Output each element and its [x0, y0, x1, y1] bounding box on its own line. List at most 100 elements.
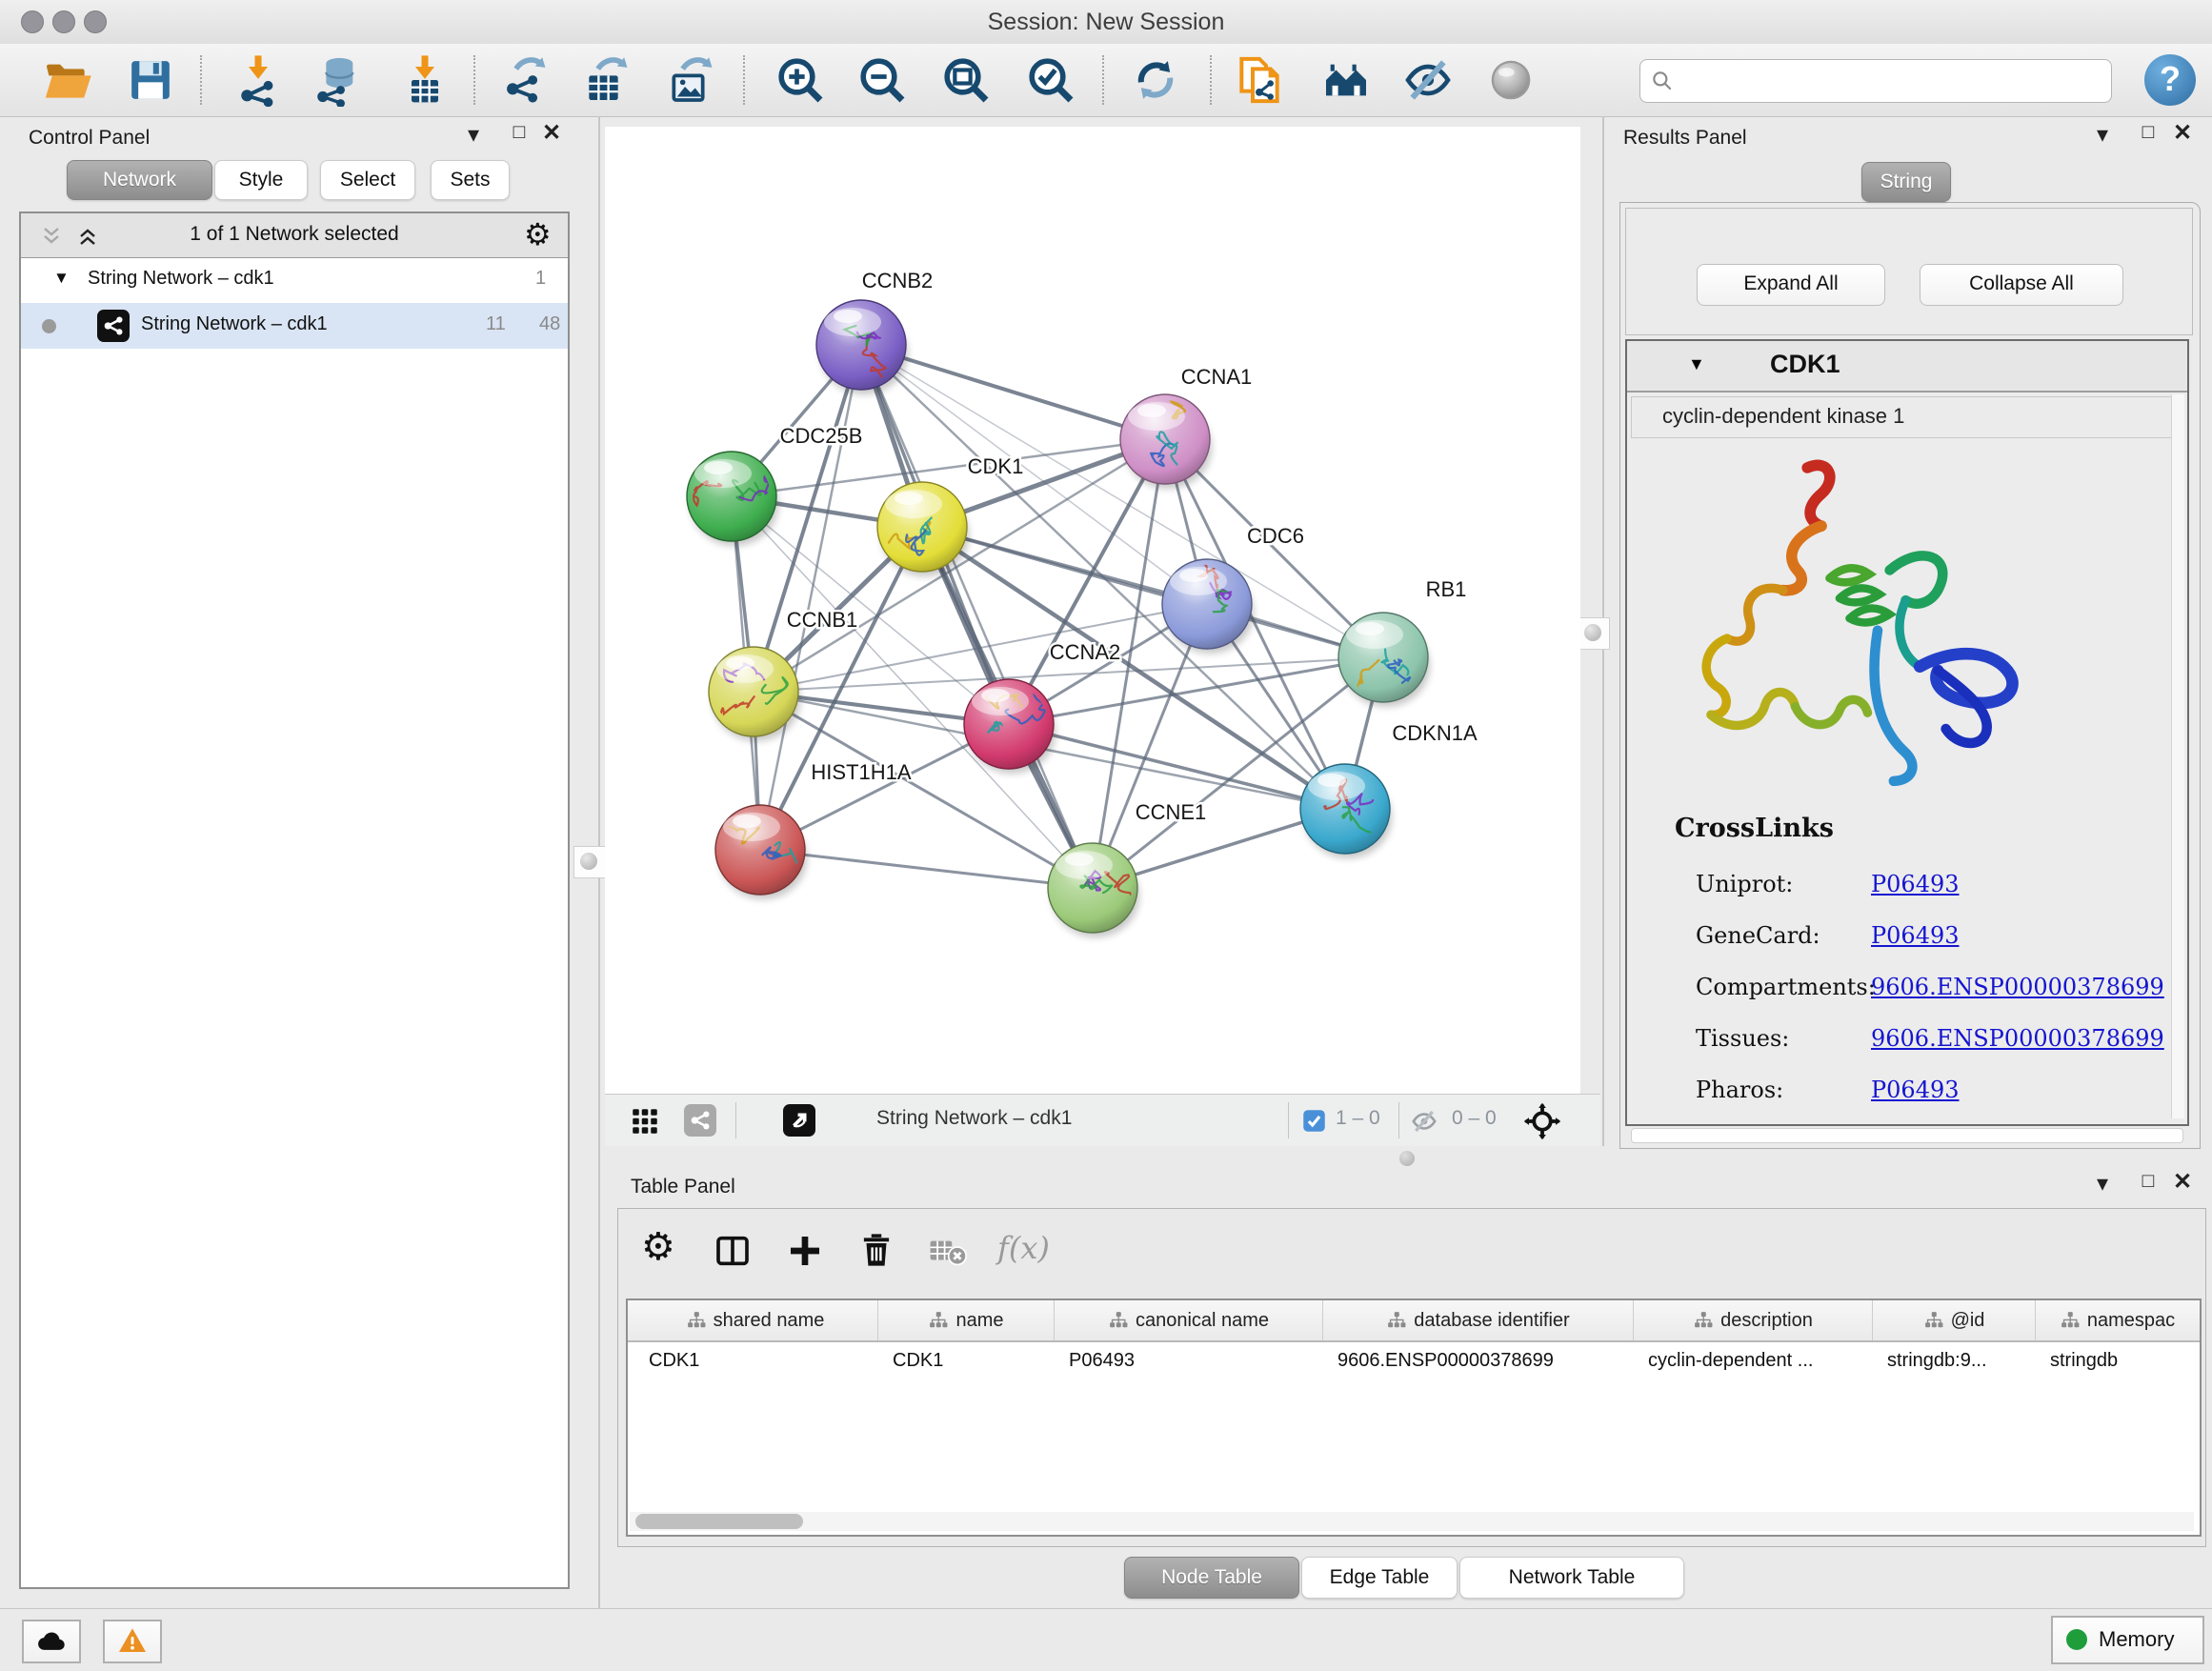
table-cell[interactable]: CDK1	[649, 1340, 874, 1392]
tab-string-results[interactable]: String	[1861, 162, 1951, 202]
tab-node-table[interactable]: Node Table	[1124, 1557, 1299, 1599]
network-node-ccne1[interactable]: CCNE1	[1048, 800, 1206, 937]
network-node-ccna1[interactable]: CCNA1	[1120, 365, 1252, 489]
birds-eye-view-icon[interactable]	[1522, 1101, 1562, 1141]
left-splitter-handle[interactable]	[573, 846, 606, 878]
export-image-icon[interactable]	[665, 53, 718, 107]
tab-sets[interactable]: Sets	[431, 160, 510, 200]
zoom-selected-icon[interactable]	[1024, 53, 1077, 107]
table-cell[interactable]: CDK1	[893, 1340, 1050, 1392]
table-cell[interactable]: stringdb	[2050, 1340, 2195, 1392]
zoom-fit-icon[interactable]	[939, 53, 993, 107]
save-session-icon[interactable]	[124, 53, 177, 107]
table-panel-close-icon[interactable]: ✕	[2168, 1168, 2197, 1196]
control-panel-close-icon[interactable]: ✕	[537, 119, 566, 147]
results-panel-float-icon[interactable]: □	[2134, 121, 2162, 144]
network-tree-child-row[interactable]: String Network – cdk1 11 48	[21, 303, 568, 349]
tab-edge-table[interactable]: Edge Table	[1301, 1557, 1458, 1599]
gene-description-box: cyclin-dependent kinase 1	[1631, 396, 2182, 438]
control-panel-menu-icon[interactable]: ▾	[459, 121, 488, 149]
results-panel-close-icon[interactable]: ✕	[2168, 119, 2197, 147]
open-session-icon[interactable]	[40, 53, 93, 107]
duplicate-network-icon[interactable]	[1233, 53, 1286, 107]
network-edge[interactable]	[1009, 724, 1345, 809]
collapse-all-button[interactable]: Collapse All	[1920, 264, 2123, 306]
table-panel-float-icon[interactable]: □	[2134, 1170, 2162, 1193]
tab-style[interactable]: Style	[214, 160, 308, 200]
tab-network[interactable]: Network	[67, 160, 212, 200]
help-icon[interactable]: ?	[2144, 54, 2196, 106]
grid-view-icon[interactable]	[629, 1105, 661, 1137]
memory-button[interactable]: Memory	[2051, 1616, 2204, 1664]
tree-expander-icon[interactable]: ▼	[53, 269, 70, 288]
table-cell[interactable]: 9606.ENSP00000378699	[1337, 1340, 1629, 1392]
expand-all-button[interactable]: Expand All	[1697, 264, 1885, 306]
detach-view-icon[interactable]	[783, 1104, 815, 1137]
column-header-canonical-name[interactable]: canonical name	[1054, 1300, 1323, 1340]
zoom-out-icon[interactable]	[855, 53, 909, 107]
gene-expander-icon[interactable]: ▼	[1688, 354, 1705, 374]
import-table-icon[interactable]	[398, 53, 452, 107]
column-header-database-identifier[interactable]: database identifier	[1322, 1300, 1634, 1340]
network-node-ccnb1[interactable]: CCNB1	[709, 608, 857, 741]
network-tree-root-row[interactable]: ▼ String Network – cdk1 1	[21, 257, 568, 303]
export-table-icon[interactable]	[580, 53, 633, 107]
crosslink-uniprot-link[interactable]: P06493	[1871, 871, 1960, 897]
column-header--id[interactable]: @id	[1872, 1300, 2036, 1340]
results-vertical-scrollbar[interactable]	[2171, 394, 2184, 1118]
column-header-name[interactable]: name	[877, 1300, 1055, 1340]
warning-status-button[interactable]	[103, 1620, 162, 1663]
table-horizontal-scrollbar[interactable]	[630, 1512, 2194, 1531]
control-panel-float-icon[interactable]: □	[505, 121, 533, 144]
network-selection-bar: 1 of 1 Network selected ⚙	[21, 213, 568, 258]
network-node-ccnb2[interactable]: CCNB2	[816, 269, 933, 394]
column-header-shared-name[interactable]: shared name	[633, 1300, 877, 1340]
network-node-hist1h1a[interactable]: HIST1H1A	[715, 760, 912, 899]
import-network-file-icon[interactable]	[231, 53, 285, 107]
crosslink-tissues-link[interactable]: 9606.ENSP00000378699	[1871, 1025, 2164, 1052]
horizontal-splitter[interactable]	[605, 1146, 2212, 1170]
import-network-database-icon[interactable]	[311, 53, 364, 107]
show-all-icon[interactable]	[1484, 53, 1538, 107]
gene-header-row[interactable]: ▼ CDK1	[1627, 341, 2187, 393]
table-cell[interactable]: stringdb:9...	[1887, 1340, 2031, 1392]
network-share-view-icon[interactable]	[684, 1104, 716, 1137]
show-columns-icon[interactable]	[714, 1232, 752, 1270]
column-header-description[interactable]: description	[1633, 1300, 1873, 1340]
tab-network-table[interactable]: Network Table	[1459, 1557, 1684, 1599]
export-network-icon[interactable]	[498, 53, 552, 107]
column-header-namespac[interactable]: namespac	[2035, 1300, 2200, 1340]
network-node-cdc25b[interactable]: CDC25B	[687, 424, 862, 546]
table-scrollbar-thumb[interactable]	[635, 1514, 803, 1529]
network-canvas[interactable]: CCNB2CCNA1CDC25BCDK1CDC6RB1CCNB1CCNA2CDK…	[605, 127, 1580, 1094]
delete-column-icon[interactable]	[856, 1230, 896, 1270]
search-input[interactable]	[1684, 64, 2098, 96]
network-node-cdc6[interactable]: CDC6	[1162, 524, 1304, 654]
network-edge[interactable]	[760, 850, 1093, 888]
network-node-cdkn1a[interactable]: CDKN1A	[1300, 721, 1478, 858]
network-node-rb1[interactable]: RB1	[1338, 577, 1466, 707]
crosslink-pharos-link[interactable]: P06493	[1871, 1077, 1960, 1103]
horizontal-splitter-handle[interactable]	[1399, 1151, 1415, 1166]
network-options-gear-icon[interactable]: ⚙	[524, 219, 552, 250]
crosslink-compartments-link[interactable]: 9606.ENSP00000378699	[1871, 974, 2164, 1000]
right-splitter-handle[interactable]	[1578, 617, 1610, 650]
table-cell[interactable]: P06493	[1069, 1340, 1318, 1392]
hide-selected-icon[interactable]	[1401, 53, 1455, 107]
tab-select[interactable]: Select	[320, 160, 415, 200]
cloud-status-button[interactable]	[22, 1620, 81, 1663]
create-column-icon[interactable]	[786, 1232, 824, 1270]
control-panel-title: Control Panel	[29, 127, 150, 150]
refresh-network-icon[interactable]	[1129, 53, 1182, 107]
table-panel-menu-icon[interactable]: ▾	[2088, 1170, 2117, 1198]
results-horizontal-scrollbar[interactable]	[1631, 1128, 2183, 1143]
table-cell[interactable]: cyclin-dependent ...	[1648, 1340, 1868, 1392]
zoom-in-icon[interactable]	[774, 53, 827, 107]
table-options-gear-icon[interactable]: ⚙	[641, 1232, 675, 1262]
network-node-cdk1[interactable]: CDK1	[877, 454, 1023, 576]
warning-icon	[117, 1625, 148, 1656]
crosslink-genecard-link[interactable]: P06493	[1871, 922, 1960, 949]
results-panel-menu-icon[interactable]: ▾	[2088, 121, 2117, 149]
selected-checkbox-icon[interactable]	[1301, 1108, 1327, 1134]
first-neighbors-icon[interactable]	[1319, 53, 1373, 107]
